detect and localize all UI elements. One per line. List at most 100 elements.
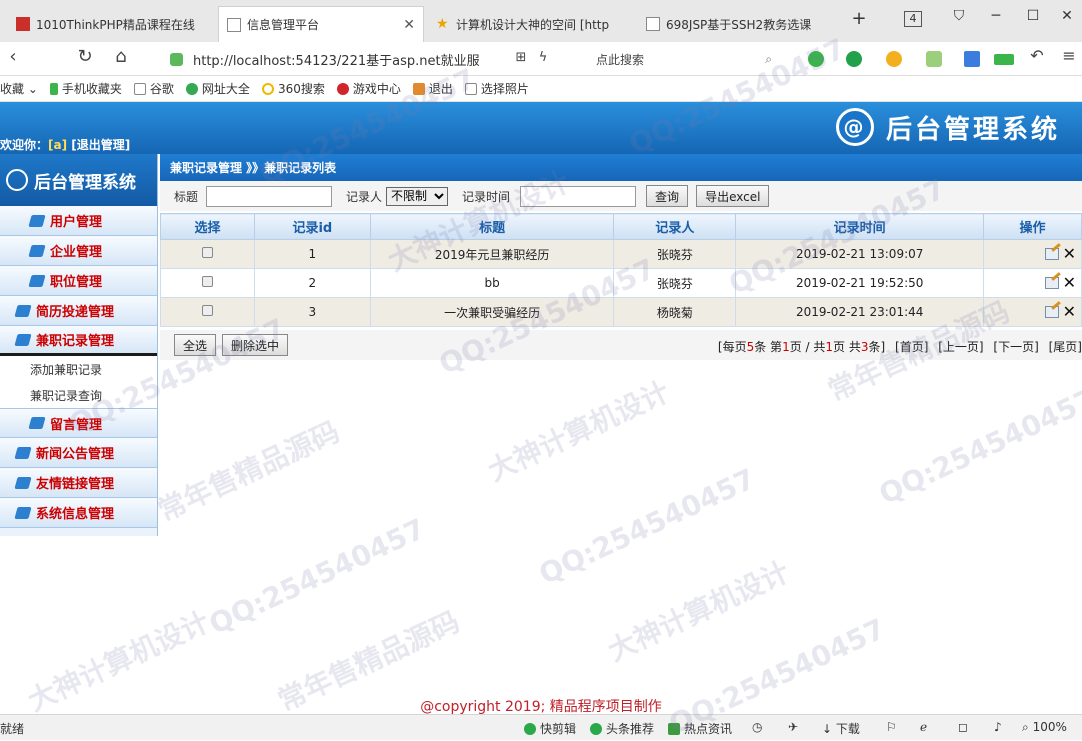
back-icon[interactable]: ‹ [2, 46, 24, 67]
column-header[interactable]: 标题 [369, 213, 615, 240]
bookmark-sites[interactable]: 网址大全 [185, 80, 250, 97]
column-header[interactable]: 记录id [253, 213, 371, 240]
search-box[interactable]: 点此搜索 ⌕ [588, 46, 778, 72]
maximize-icon[interactable]: ☐ [1022, 8, 1044, 24]
row-checkbox[interactable] [201, 276, 213, 287]
status-zoom[interactable]: ⌕ 100% [1022, 720, 1067, 735]
watermark: 常年售精品源码 [152, 414, 345, 528]
menu-icon [14, 476, 32, 489]
shirt-icon[interactable]: ⛉ [948, 8, 970, 24]
screenshot-icon[interactable] [926, 51, 942, 67]
browser-tab-2[interactable]: 信息管理平台 ✕ [218, 6, 424, 42]
exit-icon [412, 82, 425, 95]
search-button[interactable]: 查询 [646, 185, 689, 207]
pin-icon[interactable]: ✈ [788, 720, 798, 734]
sidebar-item-positions[interactable]: 职位管理 [0, 266, 157, 296]
status-download[interactable]: ↓ 下载 [822, 720, 860, 737]
apps-icon[interactable] [964, 51, 980, 67]
column-header[interactable]: 记录人 [613, 213, 737, 240]
row-checkbox[interactable] [201, 305, 213, 316]
watermark: QQ:254540457 [533, 462, 761, 591]
column-header[interactable]: 记录时间 [735, 213, 985, 240]
status-clip[interactable]: 快剪辑 [524, 720, 576, 737]
speed-icon[interactable]: ◷ [752, 720, 762, 734]
sidebar-item-resumes[interactable]: 简历投递管理 [0, 296, 157, 326]
window-icon[interactable]: ◻ [958, 720, 968, 734]
sidebar-subitem-add[interactable]: 添加兼职记录 [0, 356, 157, 382]
menu-icon[interactable]: ≡ [1058, 46, 1080, 65]
first-page-link[interactable]: [首页] [895, 340, 928, 354]
sidebar-item-system[interactable]: 系统信息管理 [0, 498, 157, 528]
pager-text: 条] [868, 340, 886, 354]
sidebar-header: 后台管理系统 [0, 154, 157, 206]
lightning-icon[interactable]: ϟ [532, 50, 554, 65]
copyright-text: @copyright 2019; 精品程序项目制作 [420, 699, 662, 715]
browser-tab-3[interactable]: ★ 计算机设计大神的空间 [http [428, 6, 636, 42]
tab-count-badge[interactable]: 4 [904, 11, 922, 27]
undo-icon[interactable]: ↶ [1026, 46, 1048, 65]
close-icon[interactable]: ✕ [403, 17, 415, 33]
delete-icon[interactable]: ✕ [1063, 245, 1076, 262]
title-input[interactable] [206, 185, 333, 207]
ie-icon[interactable]: ℯ [920, 720, 927, 734]
sidebar-title: 后台管理系统 [34, 172, 136, 193]
window-close-icon[interactable]: ✕ [1056, 8, 1078, 24]
delete-selected-button[interactable]: 删除选中 [222, 334, 289, 356]
volume-icon[interactable]: ♪ [994, 720, 1002, 734]
title-label: 标题 [174, 189, 199, 204]
edit-icon[interactable] [1044, 276, 1059, 289]
sidebar-item-parttime[interactable]: 兼职记录管理 [0, 326, 157, 356]
browser-tab-4[interactable]: 698JSP基于SSH2教务选课 [638, 6, 838, 42]
delete-icon[interactable]: ✕ [1063, 274, 1076, 291]
last-page-link[interactable]: [尾页] [1049, 340, 1082, 354]
status-headlines[interactable]: 头条推荐 [590, 720, 654, 737]
sidebar-item-messages[interactable]: 留言管理 [0, 408, 157, 438]
sidebar-item-news[interactable]: 新闻公告管理 [0, 438, 157, 468]
row-checkbox[interactable] [201, 247, 213, 258]
sidebar-subitem-query[interactable]: 兼职记录查询 [0, 382, 157, 408]
new-tab-button[interactable]: + [848, 8, 870, 29]
home-icon[interactable]: ⌂ [110, 46, 132, 67]
bookmark-photo[interactable]: 选择照片 [464, 80, 529, 97]
sidebar-item-companies[interactable]: 企业管理 [0, 236, 157, 266]
cell-title: 2019年元旦兼职经历 [369, 239, 615, 269]
search-icon[interactable]: ⌕ [765, 52, 772, 67]
export-excel-button[interactable]: 导出excel [696, 185, 770, 207]
logout-link[interactable]: [退出管理] [71, 138, 130, 152]
edit-icon[interactable] [1044, 305, 1059, 318]
delete-icon[interactable]: ✕ [1063, 303, 1076, 320]
translate-icon[interactable] [846, 51, 862, 67]
bookmark-google[interactable]: 谷歌 [133, 80, 174, 97]
cell-time: 2019-02-21 13:09:07 [735, 239, 985, 269]
browser-tab-1[interactable]: 1010ThinkPHP精品课程在线 [8, 6, 216, 42]
bookmark-exit[interactable]: 退出 [412, 80, 453, 97]
battery-icon[interactable] [994, 54, 1014, 65]
bookmark-mobile[interactable]: 手机收藏夹 [49, 80, 122, 97]
time-input[interactable] [520, 185, 637, 207]
next-page-link[interactable]: [下一页] [993, 340, 1038, 354]
flag-icon[interactable]: ⚐ [886, 720, 897, 734]
grid-icon[interactable]: ⊞ [510, 50, 532, 65]
tab-title: 1010ThinkPHP精品课程在线 [36, 17, 195, 32]
reload-icon[interactable]: ↻ [74, 46, 96, 67]
minimize-icon[interactable]: ─ [985, 8, 1007, 24]
page-icon [464, 82, 477, 95]
recorder-select[interactable]: 不限制 [386, 186, 449, 206]
bookmark-360search[interactable]: 360搜索 [261, 80, 325, 97]
status-hotnews[interactable]: 热点资讯 [668, 720, 732, 737]
welcome-text: 欢迎你： [0, 138, 49, 152]
url-bar[interactable]: http://localhost:54123/221基于asp.net就业服 [160, 46, 525, 72]
prev-page-link[interactable]: [上一页] [938, 340, 983, 354]
zoom-icon: ⌕ [1022, 720, 1029, 734]
bookmark-favorites[interactable]: 收藏 ⌄ [0, 80, 38, 97]
edit-icon[interactable] [1044, 247, 1059, 260]
page-icon [646, 17, 660, 31]
table-row: 3 一次兼职受骗经历 杨晓菊 2019-02-21 23:01:44 ✕ [160, 297, 1082, 327]
coupon-icon[interactable] [886, 51, 902, 67]
bookmark-games[interactable]: 游戏中心 [336, 80, 401, 97]
scissors-icon[interactable] [808, 51, 824, 67]
select-all-button[interactable]: 全选 [174, 334, 217, 356]
sidebar-item-users[interactable]: 用户管理 [0, 206, 157, 236]
app-header: 欢迎你：[a] [退出管理] @ 后台管理系统 [0, 102, 1082, 154]
sidebar-item-links[interactable]: 友情链接管理 [0, 468, 157, 498]
